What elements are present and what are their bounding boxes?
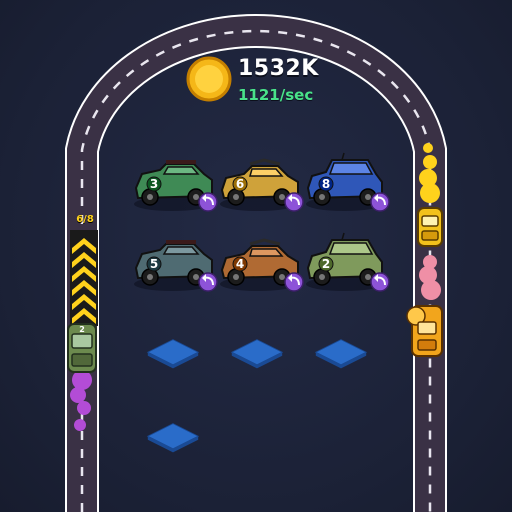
game-scene: 1532K 1121/sec 6/8 3 6 8 5 4 2 2: [0, 0, 512, 512]
car-sprite: 5: [134, 240, 218, 292]
undo-arrow-icon[interactable]: [370, 272, 390, 292]
garage-car-mini[interactable]: 2: [302, 232, 390, 296]
garage-car-buggy[interactable]: 5: [130, 232, 218, 296]
speed-boost-chevrons: [70, 230, 98, 326]
car-level-number: 6: [236, 177, 244, 191]
track-car-right-mid[interactable]: [404, 304, 448, 358]
empty-garage-slot[interactable]: [142, 336, 204, 372]
undo-arrow-icon[interactable]: [370, 192, 390, 212]
garage-car-convertible[interactable]: 4: [216, 232, 304, 296]
coin-total: 1532K: [238, 56, 319, 81]
car-level-number: 5: [150, 257, 158, 271]
coin-rate: 1121/sec: [238, 86, 314, 104]
track-car-level: 2: [79, 325, 85, 334]
garage-car-buggy[interactable]: 3: [130, 152, 218, 216]
car-sprite: 4: [220, 238, 304, 292]
lane-counter: 6/8: [76, 214, 94, 225]
coin-hud: 1532K 1121/sec: [186, 56, 386, 116]
car-level-number: 8: [322, 177, 330, 191]
car-sprite: 8: [306, 152, 390, 212]
undo-arrow-icon[interactable]: [284, 192, 304, 212]
garage-car-mini[interactable]: 8: [302, 152, 390, 216]
empty-garage-slot[interactable]: [226, 336, 288, 372]
car-sprite: 2: [306, 232, 390, 292]
undo-arrow-icon[interactable]: [284, 272, 304, 292]
empty-garage-slot[interactable]: [310, 336, 372, 372]
undo-arrow-icon[interactable]: [198, 192, 218, 212]
car-sprite: 3: [134, 160, 218, 212]
garage-car-convertible[interactable]: 6: [216, 152, 304, 216]
track-car-right-top[interactable]: [416, 206, 444, 248]
undo-arrow-icon[interactable]: [198, 272, 218, 292]
coin-icon: [186, 56, 232, 102]
car-sprite: 6: [220, 158, 304, 212]
car-level-number: 3: [150, 177, 158, 191]
car-level-number: 4: [236, 257, 244, 271]
car-level-number: 2: [322, 257, 330, 271]
empty-garage-slot[interactable]: [142, 420, 204, 456]
track-car-left[interactable]: 2: [65, 322, 99, 374]
